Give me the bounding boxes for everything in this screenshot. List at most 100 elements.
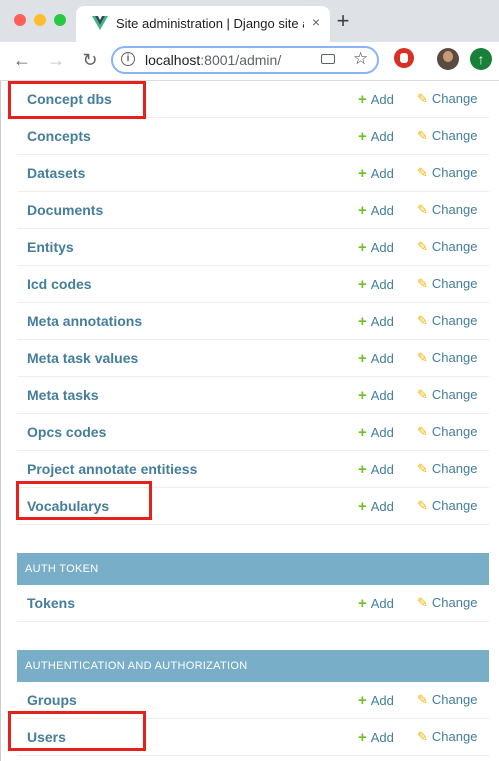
pencil-icon: ✎ (417, 595, 428, 610)
model-row: Datasets + Add ✎ Change (17, 155, 489, 192)
change-link[interactable]: ✎ Change (417, 239, 477, 255)
add-plus-icon: + (358, 729, 367, 746)
change-link[interactable]: ✎ Change (417, 91, 477, 107)
add-plus-icon: + (358, 424, 367, 441)
module-caption: AUTHENTICATION AND AUTHORIZATION (17, 650, 489, 682)
bookmark-star-icon[interactable]: ☆ (353, 49, 368, 69)
change-link[interactable]: ✎ Change (417, 595, 477, 611)
vue-logo-icon (92, 16, 108, 30)
model-link[interactable]: Project annotate entitiess (27, 461, 197, 477)
model-link[interactable]: Opcs codes (27, 424, 106, 440)
module-caption: AUTH TOKEN (17, 553, 489, 585)
tab-close-icon[interactable]: × (312, 14, 320, 30)
add-link[interactable]: + Add (358, 387, 394, 404)
change-link[interactable]: ✎ Change (417, 692, 477, 708)
model-row: Entitys + Add ✎ Change (17, 229, 489, 266)
pencil-icon: ✎ (417, 91, 428, 106)
add-link[interactable]: + Add (358, 692, 394, 709)
add-link[interactable]: + Add (358, 498, 394, 515)
add-link[interactable]: + Add (358, 202, 394, 219)
add-link[interactable]: + Add (358, 313, 394, 330)
pencil-icon: ✎ (417, 350, 428, 365)
add-plus-icon: + (358, 165, 367, 182)
change-link[interactable]: ✎ Change (417, 729, 477, 745)
change-link[interactable]: ✎ Change (417, 165, 477, 181)
new-tab-button[interactable]: + (332, 8, 354, 34)
pencil-icon: ✎ (417, 202, 428, 217)
change-link[interactable]: ✎ Change (417, 276, 477, 292)
model-link[interactable]: Concepts (27, 128, 91, 144)
add-plus-icon: + (358, 498, 367, 515)
address-bar[interactable]: i localhost:8001/admin/ ☆ (111, 46, 379, 74)
model-link[interactable]: Meta task values (27, 350, 138, 366)
model-link[interactable]: Datasets (27, 165, 85, 181)
extension-icon[interactable] (394, 48, 414, 68)
model-row: Documents + Add ✎ Change (17, 192, 489, 229)
model-link[interactable]: Meta annotations (27, 313, 142, 329)
model-link[interactable]: Meta tasks (27, 387, 99, 403)
add-plus-icon: + (358, 276, 367, 293)
change-link[interactable]: ✎ Change (417, 350, 477, 366)
change-link[interactable]: ✎ Change (417, 202, 477, 218)
browser-tab[interactable]: Site administration | Django site admin … (76, 6, 330, 42)
cast-icon[interactable] (321, 54, 335, 64)
change-link[interactable]: ✎ Change (417, 387, 477, 403)
model-link[interactable]: Tokens (27, 595, 75, 611)
pencil-icon: ✎ (417, 729, 428, 744)
add-link[interactable]: + Add (358, 350, 394, 367)
add-plus-icon: + (358, 91, 367, 108)
add-plus-icon: + (358, 128, 367, 145)
pencil-icon: ✎ (417, 498, 428, 513)
change-link[interactable]: ✎ Change (417, 128, 477, 144)
add-link[interactable]: + Add (358, 729, 394, 746)
pencil-icon: ✎ (417, 165, 428, 180)
add-link[interactable]: + Add (358, 424, 394, 441)
model-row: Meta task values + Add ✎ Change (17, 340, 489, 377)
close-window-button[interactable] (14, 14, 26, 26)
pencil-icon: ✎ (417, 387, 428, 402)
info-icon[interactable]: i (121, 52, 135, 66)
model-link[interactable]: Documents (27, 202, 103, 218)
add-link[interactable]: + Add (358, 461, 394, 478)
model-row: Meta annotations + Add ✎ Change (17, 303, 489, 340)
model-link[interactable]: Groups (27, 692, 77, 708)
change-link[interactable]: ✎ Change (417, 313, 477, 329)
change-link[interactable]: ✎ Change (417, 498, 477, 514)
pencil-icon: ✎ (417, 461, 428, 476)
back-button[interactable]: ← (10, 48, 34, 72)
forward-button[interactable]: → (44, 48, 68, 72)
minimize-window-button[interactable] (34, 14, 46, 26)
browser-toolbar: ← → ↻ i localhost:8001/admin/ ☆ (0, 42, 499, 81)
url-text: localhost:8001/admin/ (145, 52, 282, 68)
update-icon[interactable]: ↑ (470, 48, 492, 70)
add-plus-icon: + (358, 595, 367, 612)
model-link[interactable]: Entitys (27, 239, 74, 255)
pencil-icon: ✎ (417, 276, 428, 291)
model-link[interactable]: Icd codes (27, 276, 92, 292)
highlight-box (16, 481, 152, 520)
add-link[interactable]: + Add (358, 239, 394, 256)
browser-tab-bar: Site administration | Django site admin … (0, 0, 499, 42)
change-link[interactable]: ✎ Change (417, 424, 477, 440)
add-plus-icon: + (358, 239, 367, 256)
add-link[interactable]: + Add (358, 128, 394, 145)
profile-avatar[interactable] (437, 48, 459, 70)
add-plus-icon: + (358, 692, 367, 709)
add-link[interactable]: + Add (358, 91, 394, 108)
pencil-icon: ✎ (417, 424, 428, 439)
add-link[interactable]: + Add (358, 165, 394, 182)
add-link[interactable]: + Add (358, 276, 394, 293)
add-plus-icon: + (358, 387, 367, 404)
pencil-icon: ✎ (417, 692, 428, 707)
add-link[interactable]: + Add (358, 595, 394, 612)
change-link[interactable]: ✎ Change (417, 461, 477, 477)
add-plus-icon: + (358, 202, 367, 219)
reload-button[interactable]: ↻ (78, 48, 102, 72)
pencil-icon: ✎ (417, 239, 428, 254)
highlight-box (8, 81, 146, 119)
model-row: Concepts + Add ✎ Change (17, 118, 489, 155)
model-row: Opcs codes + Add ✎ Change (17, 414, 489, 451)
maximize-window-button[interactable] (54, 14, 66, 26)
highlight-box (8, 711, 146, 751)
add-plus-icon: + (358, 313, 367, 330)
